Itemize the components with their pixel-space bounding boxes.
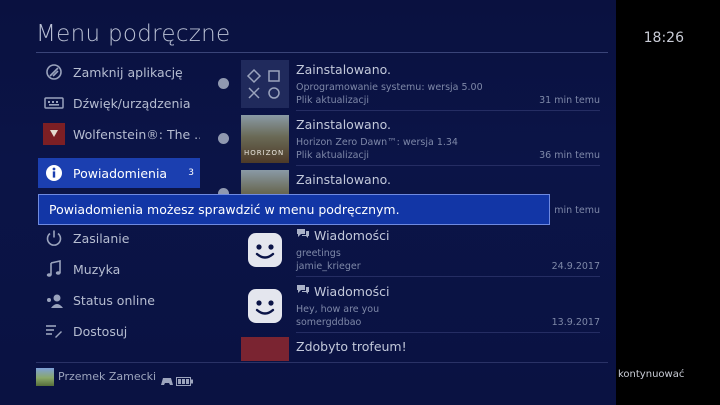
customize-icon	[43, 320, 65, 342]
menu-item-label: Muzyka	[73, 261, 121, 277]
power-icon	[43, 227, 65, 249]
divider	[296, 276, 600, 277]
menu-item-label: Powiadomienia	[73, 165, 168, 181]
menu-item-label: Dostosuj	[73, 323, 128, 339]
indicator-icon	[218, 78, 229, 89]
notification-detail: Oprogramowanie systemu: wersja 5.00	[296, 82, 483, 93]
notification-item[interactable]: HORIZON Zainstalowano. Horizon Zero Dawn…	[241, 115, 600, 167]
notification-item[interactable]: Wiadomości greetings jamie_krieger 24.9.…	[241, 226, 600, 278]
notification-title: Zdobyto trofeum!	[296, 339, 407, 354]
divider	[296, 110, 600, 111]
right-strip	[616, 0, 720, 405]
notification-time: min temu	[554, 205, 600, 216]
notification-detail: Hey, how are you	[296, 304, 380, 315]
notification-item[interactable]: Wiadomości Hey, how are you somergddbao …	[241, 282, 600, 334]
notification-time: 31 min temu	[539, 95, 600, 106]
notification-detail: Horizon Zero Dawn™: wersja 1.34	[296, 137, 458, 148]
divider	[296, 332, 600, 333]
avatar-face-icon	[241, 282, 289, 330]
menu-item-online-status[interactable]: Status online	[38, 285, 200, 315]
menu-item-sound-devices[interactable]: Dźwięk/urządzenia	[38, 88, 200, 118]
notification-time: 13.9.2017	[551, 317, 600, 328]
notification-title: Zainstalowano.	[296, 62, 392, 77]
notification-time: 36 min temu	[539, 150, 600, 161]
page-title: Menu podręczne	[36, 21, 231, 47]
trophy-thumbnail	[241, 337, 289, 361]
keyboard-icon	[43, 92, 65, 114]
menu-item-label: Wolfenstein®: The ...	[73, 126, 200, 142]
menu-item-label: Zamknij aplikację	[73, 64, 183, 80]
game-icon	[43, 123, 65, 145]
menu-item-label: Dźwięk/urządzenia	[73, 95, 191, 111]
menu-item-close-app[interactable]: Zamknij aplikację	[38, 57, 200, 87]
thumbnail-text: HORIZON	[244, 149, 285, 157]
notification-item[interactable]: Zainstalowano. Oprogramowanie systemu: w…	[241, 60, 600, 112]
notification-count-badge: 3	[188, 168, 194, 178]
notification-title: Wiadomości	[296, 228, 389, 243]
notification-title-text: Wiadomości	[313, 284, 390, 299]
menu-item-notifications[interactable]: Powiadomienia 3	[38, 158, 200, 188]
notification-title: Wiadomości	[296, 284, 389, 299]
message-bubble-icon	[296, 228, 314, 243]
menu-item-power[interactable]: Zasilanie	[38, 223, 200, 253]
status-icon	[43, 289, 65, 311]
menu-item-label: Status online	[73, 292, 155, 308]
notification-meta: jamie_krieger	[296, 261, 361, 272]
battery-icon	[176, 371, 193, 390]
notification-tooltip: Powiadomienia możesz sprawdzić w menu po…	[38, 194, 550, 225]
notification-detail: greetings	[296, 248, 341, 259]
close-app-icon	[43, 61, 65, 83]
menu-item-label: Zasilanie	[73, 230, 130, 246]
notification-meta: somergddbao	[296, 317, 362, 328]
title-divider	[36, 52, 608, 53]
footer-divider	[36, 362, 608, 363]
indicator-icon	[218, 133, 229, 144]
avatar	[36, 368, 54, 386]
divider	[296, 165, 600, 166]
notification-title-text: Wiadomości	[313, 228, 390, 243]
info-icon	[43, 162, 65, 184]
notification-title: Zainstalowano.	[296, 172, 392, 187]
menu-item-wolfenstein[interactable]: Wolfenstein®: The ...	[38, 119, 200, 149]
notification-item[interactable]: Zdobyto trofeum!	[241, 337, 600, 361]
message-bubble-icon	[296, 284, 314, 299]
music-icon	[43, 258, 65, 280]
controller-icon	[161, 371, 173, 390]
notification-title: Zainstalowano.	[296, 117, 392, 132]
continue-hint: kontynuować	[618, 369, 685, 380]
menu-item-music[interactable]: Muzyka	[38, 254, 200, 284]
notification-meta: Plik aktualizacji	[296, 150, 370, 161]
avatar-face-icon	[241, 226, 289, 274]
user-name: Przemek Zamecki	[58, 370, 157, 383]
notification-time: 24.9.2017	[551, 261, 600, 272]
playstation-icon	[241, 60, 289, 108]
clock: 18:26	[643, 30, 684, 46]
horizon-thumbnail: HORIZON	[241, 115, 289, 163]
notification-meta: Plik aktualizacji	[296, 95, 370, 106]
menu-item-customize[interactable]: Dostosuj	[38, 316, 200, 346]
